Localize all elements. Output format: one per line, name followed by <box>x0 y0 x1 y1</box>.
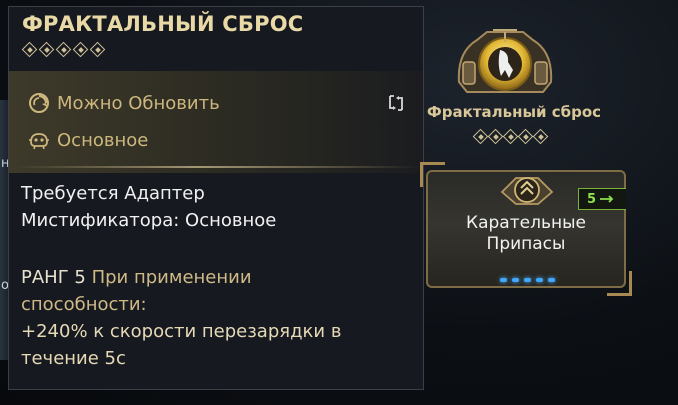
tooltip-divider <box>17 166 419 168</box>
mod-rank-indicator <box>500 278 555 282</box>
rarity-diamond-icon <box>534 130 546 142</box>
upgradable-label: Можно Обновить <box>57 92 220 114</box>
rarity-diamond-icon <box>74 43 87 56</box>
mod-name: Карательные Припасы <box>428 213 624 255</box>
type-label: Основное <box>57 129 149 151</box>
mod-card[interactable]: 5 Карательные Припасы <box>420 162 632 296</box>
drain-icon <box>600 195 614 203</box>
mod-drain-value: 5 <box>587 191 597 207</box>
rank-dot <box>548 278 555 282</box>
rarity-diamond-icon <box>489 130 501 142</box>
rarity-diamond-icon <box>474 130 486 142</box>
rank-dot <box>500 278 507 282</box>
rarity-diamond-icon <box>504 130 516 142</box>
rank-dot <box>524 278 531 282</box>
arcane-tooltip: ФРАКТАЛЬНЫЙ СБРОС Можно Обновить Основно… <box>8 6 424 390</box>
rarity-diamond-icon <box>40 43 53 56</box>
mod-name-line: Припасы <box>486 234 566 254</box>
arcane-name: Фрактальный сброс <box>426 103 602 121</box>
rarity-diamond-icon <box>519 130 531 142</box>
rank-dot <box>512 278 519 282</box>
mod-drain-badge: 5 <box>578 188 626 210</box>
rank-label: РАНГ 5 <box>21 267 86 288</box>
rarity-diamond-icon <box>91 43 104 56</box>
requirement-text: Требуется Адаптер Мистификатора: Основно… <box>21 180 411 234</box>
rarity-diamond-icon <box>23 43 36 56</box>
tooltip-rarity-stars <box>23 41 108 60</box>
rank-condition: способности: <box>21 294 147 315</box>
arcane-emblem-icon[interactable] <box>453 22 557 104</box>
requirement-line: Мистификатора: Основное <box>21 210 277 231</box>
type-row: Основное <box>27 128 148 152</box>
tooltip-info-band <box>9 71 423 173</box>
requirement-line: Требуется Адаптер <box>21 183 205 204</box>
arcane-rarity-stars <box>474 127 549 146</box>
base-type-icon <box>29 133 49 150</box>
mod-name-line: Карательные <box>466 213 586 233</box>
rank-dot <box>536 278 543 282</box>
rank-effect-text: РАНГ 5 При применении способности: +240%… <box>21 264 416 372</box>
rank-condition: При применении <box>91 267 252 288</box>
upgradable-row: Можно Обновить <box>27 91 220 115</box>
rank-effect: +240% к скорости перезарядки в <box>21 321 342 342</box>
tooltip-title: ФРАКТАЛЬНЫЙ СБРОС <box>22 12 304 36</box>
cycle-icon <box>29 93 49 113</box>
swap-icon[interactable] <box>387 94 405 112</box>
rank-effect: течение 5с <box>21 348 126 369</box>
rarity-diamond-icon <box>57 43 70 56</box>
